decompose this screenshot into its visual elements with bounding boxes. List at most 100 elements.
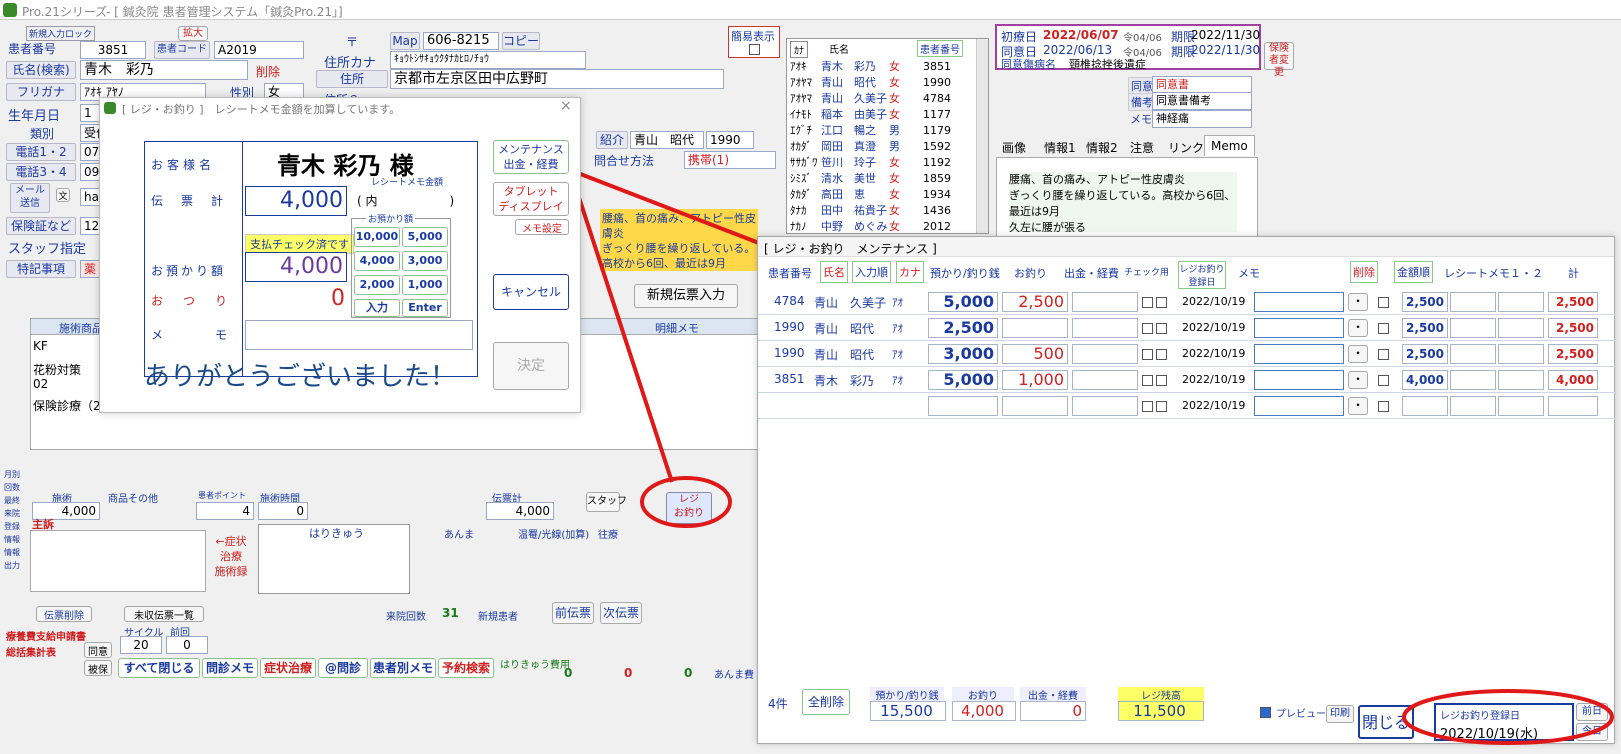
row-change[interactable] (1002, 318, 1068, 338)
preview-checkbox[interactable] (1260, 707, 1271, 718)
row-delete-checkbox[interactable] (1378, 349, 1389, 360)
row-name: 青山 久美子 (814, 296, 887, 310)
tablet-display-button[interactable]: タブレット ディスプレイ (493, 182, 569, 216)
row-deposit[interactable]: 5,000 (928, 292, 998, 312)
row-receipt2[interactable] (1450, 292, 1496, 312)
row-receipt1[interactable]: 2,500 (1402, 292, 1448, 312)
row-change[interactable]: 1,000 (1002, 370, 1068, 390)
col-name-button[interactable]: 氏名 (820, 261, 848, 283)
col-deposit: 預かり/釣り銭 (930, 267, 1000, 280)
row-id: 4784 (774, 294, 805, 308)
deposit-field[interactable]: 4,000 (245, 252, 347, 282)
row-deposit[interactable] (928, 396, 998, 416)
row-delete-checkbox[interactable] (1378, 375, 1389, 386)
row-memo[interactable] (1254, 396, 1344, 416)
keypad-title: お預かり額 (366, 212, 416, 225)
row-check2[interactable] (1156, 323, 1167, 334)
key-1000[interactable]: 1,000 (402, 275, 448, 295)
row-memo[interactable] (1254, 318, 1344, 338)
row-memo[interactable] (1254, 370, 1344, 390)
uchi-field: ( 内 ) (357, 194, 455, 208)
row-delete-checkbox[interactable] (1378, 401, 1389, 412)
regi-close-icon[interactable]: × (560, 98, 572, 114)
row-check2[interactable] (1156, 297, 1167, 308)
row-memo-dot-button[interactable]: ・ (1348, 319, 1368, 337)
row-receipt3[interactable] (1498, 318, 1544, 338)
row-total[interactable] (1548, 396, 1598, 416)
row-receipt3[interactable] (1498, 370, 1544, 390)
change-value: 0 (331, 286, 345, 311)
row-check1[interactable] (1142, 401, 1153, 412)
row-memo-dot-button[interactable]: ・ (1348, 293, 1368, 311)
row-receipt2[interactable] (1450, 396, 1496, 416)
row-memo[interactable] (1254, 344, 1344, 364)
row-deposit[interactable]: 3,000 (928, 344, 998, 364)
maint-table-row[interactable]: 4784 青山 久美子 ｱｵ 5,000 2,500 2022/10/19 ・ 2,500 2,… (758, 289, 1616, 315)
row-memo-dot-button[interactable]: ・ (1348, 345, 1368, 363)
row-check1[interactable] (1142, 297, 1153, 308)
annotation-arrow-line (568, 169, 674, 483)
print-button[interactable]: 印刷 (1326, 705, 1354, 723)
row-expense[interactable] (1072, 344, 1138, 364)
row-expense[interactable] (1072, 396, 1138, 416)
row-total[interactable]: 2,500 (1548, 292, 1598, 312)
maint-table-row[interactable]: 3851 青木 彩乃 ｱｵ 5,000 1,000 2022/10/19 ・ 4,000 4,0… (758, 367, 1616, 393)
row-total[interactable]: 2,500 (1548, 344, 1598, 364)
row-receipt1[interactable]: 4,000 (1402, 370, 1448, 390)
key-input[interactable]: 入力 (354, 299, 400, 317)
row-delete-checkbox[interactable] (1378, 297, 1389, 308)
row-check1[interactable] (1142, 323, 1153, 334)
col-delete-button[interactable]: 削除 (1350, 261, 1378, 283)
row-delete-checkbox[interactable] (1378, 323, 1389, 334)
clear-all-button[interactable]: 全削除 (802, 689, 850, 715)
row-receipt1[interactable]: 2,500 (1402, 344, 1448, 364)
row-expense[interactable] (1072, 318, 1138, 338)
cancel-button[interactable]: キャンセル (493, 274, 569, 310)
key-enter[interactable]: Enter (402, 299, 448, 317)
col-total: 計 (1568, 267, 1579, 280)
memo-setting-button[interactable]: メモ設定 (515, 219, 569, 235)
row-receipt1[interactable] (1402, 396, 1448, 416)
row-receipt2[interactable] (1450, 318, 1496, 338)
row-change[interactable]: 500 (1002, 344, 1068, 364)
row-receipt2[interactable] (1450, 344, 1496, 364)
row-check2[interactable] (1156, 349, 1167, 360)
sum-deposit: 15,500 (870, 701, 946, 721)
key-2000[interactable]: 2,000 (354, 275, 400, 295)
maint-table-row[interactable]: 2022/10/19 ・ (758, 393, 1616, 419)
row-check1[interactable] (1142, 375, 1153, 386)
maint-table-row[interactable]: 1990 青山 昭代 ｱｵ 3,000 500 2022/10/19 ・ 2,500 2,500 (758, 341, 1616, 367)
col-order-button[interactable]: 入力順 (852, 261, 891, 283)
memo-field-modal[interactable] (245, 320, 473, 350)
col-amount-order-button[interactable]: 金額順 (1394, 261, 1433, 283)
row-total[interactable]: 2,500 (1548, 318, 1598, 338)
row-receipt1[interactable]: 2,500 (1402, 318, 1448, 338)
row-memo-dot-button[interactable]: ・ (1348, 397, 1368, 415)
row-check2[interactable] (1156, 401, 1167, 412)
key-5000[interactable]: 5,000 (402, 227, 448, 247)
col-kana-button[interactable]: カナ (896, 261, 924, 283)
row-deposit[interactable]: 5,000 (928, 370, 998, 390)
row-receipt3[interactable] (1498, 396, 1544, 416)
row-name: 青木 彩乃 (814, 374, 875, 388)
row-deposit[interactable]: 2,500 (928, 318, 998, 338)
row-memo-dot-button[interactable]: ・ (1348, 371, 1368, 389)
maint-table-row[interactable]: 1990 青山 昭代 ｱｵ 2,500 2022/10/19 ・ 2,500 2,500 (758, 315, 1616, 341)
row-memo[interactable] (1254, 292, 1344, 312)
row-check1[interactable] (1142, 349, 1153, 360)
row-expense[interactable] (1072, 370, 1138, 390)
confirm-button[interactable]: 決定 (493, 342, 569, 390)
row-receipt2[interactable] (1450, 370, 1496, 390)
row-check2[interactable] (1156, 375, 1167, 386)
key-4000[interactable]: 4,000 (354, 251, 400, 271)
row-expense[interactable] (1072, 292, 1138, 312)
row-total[interactable]: 4,000 (1548, 370, 1598, 390)
row-change[interactable]: 2,500 (1002, 292, 1068, 312)
maintenance-button[interactable]: メンテナンス 出金・経費 (493, 140, 569, 174)
key-3000[interactable]: 3,000 (402, 251, 448, 271)
row-receipt3[interactable] (1498, 344, 1544, 364)
key-10000[interactable]: 10,000 (354, 227, 400, 247)
row-kana: ｱｵ (892, 322, 903, 335)
row-receipt3[interactable] (1498, 292, 1544, 312)
row-change[interactable] (1002, 396, 1068, 416)
